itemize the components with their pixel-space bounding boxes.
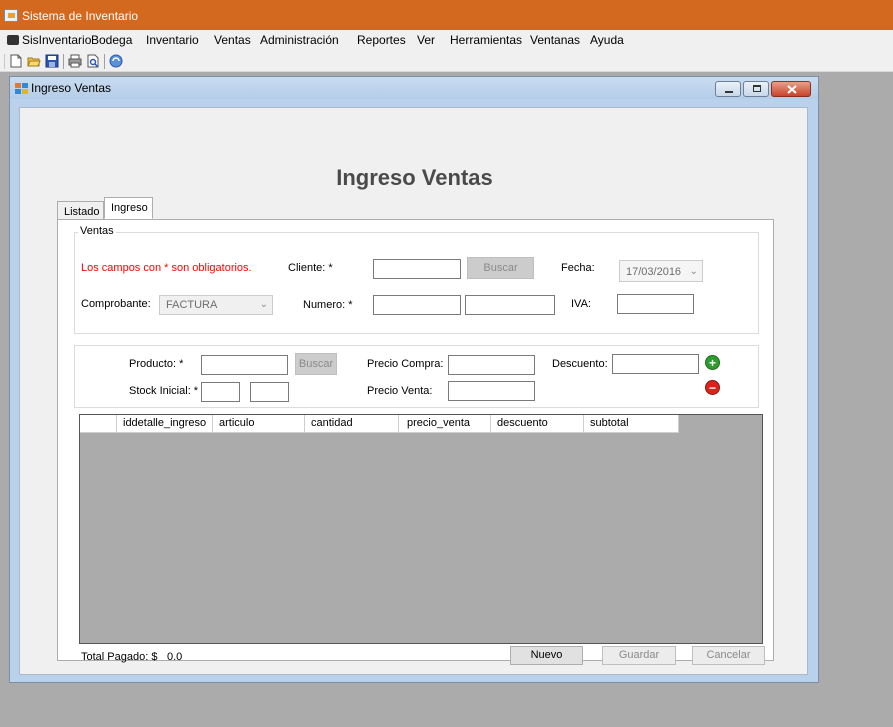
descuento-label: Descuento:: [552, 358, 608, 370]
save-icon[interactable]: [45, 54, 59, 68]
menu-administracion[interactable]: Administración: [260, 33, 339, 47]
descuento-input[interactable]: [612, 354, 699, 374]
window-client-area: Ingreso Ventas Listado Ingreso Ventas Lo…: [19, 107, 808, 675]
nuevo-button[interactable]: Nuevo: [510, 646, 583, 665]
stock-inicial-label: Stock Inicial: *: [129, 385, 199, 397]
buscar-cliente-button[interactable]: Buscar: [467, 257, 534, 279]
menu-reportes[interactable]: Reportes: [357, 33, 406, 47]
producto-label: Producto: *: [129, 358, 184, 370]
tab-listado[interactable]: Listado: [57, 201, 104, 221]
tab-panel-ingreso: Ventas Los campos con * son obligatorios…: [57, 219, 774, 665]
menu-ayuda[interactable]: Ayuda: [590, 33, 624, 47]
restore-icon: [753, 85, 761, 92]
new-icon[interactable]: [9, 54, 23, 68]
toolbar: [0, 50, 893, 72]
fecha-value: 17/03/2016: [626, 266, 682, 278]
col-subtotal[interactable]: subtotal: [584, 415, 679, 433]
app-icon: [4, 9, 18, 22]
precio-venta-input[interactable]: [448, 381, 535, 401]
chevron-down-icon: ⌄: [259, 299, 268, 310]
grid-row-header-corner: [80, 415, 117, 433]
close-icon: [787, 85, 797, 94]
cliente-label: Cliente: *: [288, 262, 333, 274]
fecha-label: Fecha:: [561, 262, 595, 274]
precio-venta-label: Precio Venta:: [367, 385, 433, 397]
menu-ver[interactable]: Ver: [417, 33, 435, 47]
window-title-bar[interactable]: Ingreso Ventas: [10, 77, 818, 99]
stock-inicial-input[interactable]: [201, 382, 240, 402]
cliente-input[interactable]: [373, 259, 461, 279]
menu-ventas[interactable]: Ventas: [214, 33, 251, 47]
fecha-datepicker[interactable]: 17/03/2016 ⌄: [619, 260, 703, 282]
toolbar-separator: [63, 54, 64, 69]
menu-herramientas[interactable]: Herramientas: [450, 33, 522, 47]
col-cantidad[interactable]: cantidad: [305, 415, 399, 433]
window-title: Ingreso Ventas: [31, 81, 112, 95]
total-pagado-value: 0.0: [167, 651, 183, 663]
remove-item-icon[interactable]: −: [705, 380, 720, 395]
menu-bodega[interactable]: Bodega: [91, 33, 132, 47]
close-button[interactable]: [771, 81, 811, 97]
app-title: Sistema de Inventario: [22, 9, 139, 23]
app-title-bar: Sistema de Inventario: [0, 0, 893, 30]
form-icon: [15, 83, 28, 94]
tab-ingreso[interactable]: Ingreso: [104, 197, 153, 219]
detalle-grid[interactable]: iddetalle_ingreso articulo cantidad prec…: [79, 414, 763, 644]
col-precio-venta[interactable]: precio_venta: [399, 415, 491, 433]
toolbar-grip: [4, 54, 5, 69]
system-menu-icon[interactable]: [7, 35, 19, 45]
grid-header: iddetalle_ingreso articulo cantidad prec…: [80, 415, 679, 433]
print-icon[interactable]: [68, 54, 82, 68]
print-preview-icon[interactable]: [86, 54, 100, 68]
comprobante-select[interactable]: FACTURA ⌄: [159, 295, 273, 315]
comprobante-label: Comprobante:: [81, 298, 151, 310]
stock-secundario-input[interactable]: [250, 382, 289, 402]
required-note: Los campos con * son obligatorios.: [81, 262, 252, 274]
guardar-button[interactable]: Guardar: [602, 646, 676, 665]
total-pagado-label: Total Pagado: $: [81, 651, 158, 663]
comprobante-value: FACTURA: [166, 299, 218, 311]
col-iddetalle-ingreso[interactable]: iddetalle_ingreso: [117, 415, 213, 433]
add-item-icon[interactable]: +: [705, 355, 720, 370]
menu-sisinventario[interactable]: SisInventario: [22, 33, 91, 47]
numero-label: Numero: *: [303, 299, 353, 311]
restore-button[interactable]: [743, 81, 769, 97]
ventas-legend: Ventas: [78, 225, 116, 237]
menu-ventanas[interactable]: Ventanas: [530, 33, 580, 47]
minimize-button[interactable]: [715, 81, 741, 97]
ingreso-ventas-window: Ingreso Ventas Ingreso Ventas Listado In…: [9, 76, 819, 683]
cancelar-button[interactable]: Cancelar: [692, 646, 765, 665]
buscar-producto-button[interactable]: Buscar: [295, 353, 337, 375]
ventas-group: [74, 232, 759, 334]
open-icon[interactable]: [27, 54, 41, 68]
page-title: Ingreso Ventas: [336, 165, 493, 190]
precio-compra-input[interactable]: [448, 355, 535, 375]
iva-input[interactable]: [617, 294, 694, 314]
numero-serie-input[interactable]: [373, 295, 461, 315]
iva-label: IVA:: [571, 298, 591, 310]
menu-bar: SisInventario Bodega Inventario Ventas A…: [0, 30, 893, 50]
minimize-icon: [725, 91, 733, 93]
toolbar-separator: [104, 54, 105, 69]
chevron-down-icon: ⌄: [689, 266, 698, 277]
menu-inventario[interactable]: Inventario: [146, 33, 199, 47]
help-icon[interactable]: [109, 54, 123, 68]
producto-input[interactable]: [201, 355, 288, 375]
col-articulo[interactable]: articulo: [213, 415, 305, 433]
col-descuento[interactable]: descuento: [491, 415, 584, 433]
numero-input[interactable]: [465, 295, 555, 315]
precio-compra-label: Precio Compra:: [367, 358, 444, 370]
